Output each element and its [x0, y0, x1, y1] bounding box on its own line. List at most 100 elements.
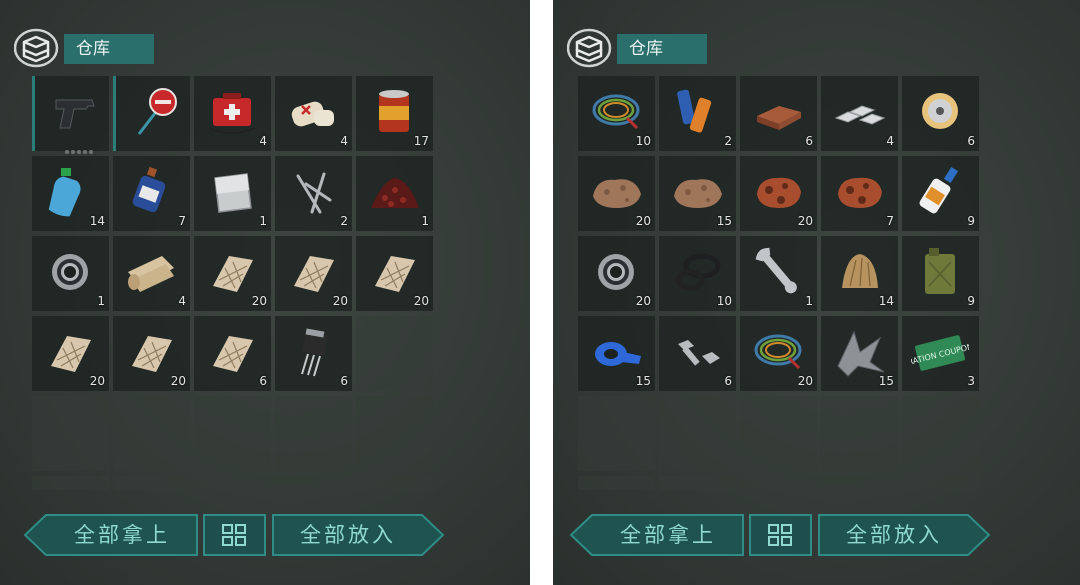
inventory-slot-empty[interactable]	[356, 396, 433, 471]
inventory-slot[interactable]: 20	[32, 316, 109, 391]
inventory-slot[interactable]: 2	[659, 76, 736, 151]
inventory-slot[interactable]: 6	[902, 76, 979, 151]
water-bottle-icon	[48, 168, 81, 217]
inventory-slot[interactable]: 6	[194, 316, 271, 391]
inventory-slot[interactable]: 15	[659, 156, 736, 231]
inventory-slot[interactable]: 20	[578, 156, 655, 231]
inventory-slot[interactable]: 4	[275, 76, 352, 151]
sort-button[interactable]	[203, 514, 266, 556]
inventory-slot-empty	[659, 476, 736, 490]
inventory-slot[interactable]: 6	[659, 316, 736, 391]
item-count: 4	[340, 134, 348, 148]
inventory-slot[interactable]	[113, 76, 190, 151]
metal-sheet-icon	[214, 173, 252, 213]
copper-ore-icon	[757, 177, 801, 208]
inventory-slot[interactable]: 6	[275, 316, 352, 391]
inventory-slot[interactable]: RATION COUPON 3	[902, 316, 979, 391]
inventory-slot-empty	[275, 476, 352, 490]
put-all-button[interactable]: 全部放入	[818, 514, 990, 556]
inventory-slot[interactable]	[32, 76, 109, 154]
inventory-slot[interactable]: 17	[356, 76, 433, 151]
inventory-slot-empty[interactable]	[821, 396, 898, 471]
take-all-label: 全部拿上	[74, 523, 170, 547]
item-count: 2	[340, 214, 348, 228]
inventory-slot[interactable]: 20	[740, 316, 817, 391]
take-all-label: 全部拿上	[620, 523, 716, 547]
inventory-slot-empty	[32, 476, 109, 490]
hay-bundle-icon	[842, 254, 878, 288]
bearing-icon	[52, 254, 88, 290]
inventory-slot[interactable]: 20	[194, 236, 271, 311]
inventory-slot[interactable]: 20	[113, 316, 190, 391]
fiber-icon	[375, 256, 415, 292]
inventory-slot[interactable]: 10	[659, 236, 736, 311]
item-count: 15	[635, 374, 651, 388]
inventory-slot-empty[interactable]	[740, 396, 817, 471]
inventory-slot[interactable]: 9	[902, 156, 979, 231]
inventory-slot[interactable]: 6	[740, 76, 817, 151]
inventory-slot[interactable]: 1	[194, 156, 271, 231]
inventory-slot[interactable]: 2	[275, 156, 352, 231]
item-count: 20	[170, 374, 186, 388]
inventory-slot[interactable]: 15	[578, 316, 655, 391]
inventory-slot[interactable]: 4	[194, 76, 271, 151]
storage-panel-right: 仓库 10 2 6 4 6 20 15 20 7 9 20 10 1 14 9 15 6 20 15 RATION C…	[553, 0, 1080, 585]
inventory-slot[interactable]: 4	[113, 236, 190, 311]
inventory-slot[interactable]: 10	[578, 76, 655, 151]
item-count: 20	[797, 214, 813, 228]
inventory-slot-empty[interactable]	[275, 396, 352, 471]
item-count: 6	[259, 374, 267, 388]
inventory-slot-empty[interactable]	[659, 396, 736, 471]
inventory-slot[interactable]: 1	[356, 156, 433, 231]
medicine-bottle-icon	[132, 166, 166, 213]
inventory-slot-empty	[740, 476, 817, 490]
item-count: 20	[413, 294, 429, 308]
inventory-slot[interactable]: 14	[32, 156, 109, 231]
inventory-slot-empty	[902, 476, 979, 490]
inventory-slot[interactable]: 9	[902, 236, 979, 311]
inventory-slot-empty[interactable]	[902, 396, 979, 471]
item-count: 14	[89, 214, 105, 228]
item-count: 7	[886, 214, 894, 228]
sort-button[interactable]	[749, 514, 812, 556]
inventory-slot-empty[interactable]	[194, 396, 271, 471]
item-count: 17	[413, 134, 429, 148]
duct-tape-icon	[595, 342, 641, 366]
bolt-nut-icon	[678, 340, 720, 366]
inventory-slot[interactable]: 20	[578, 236, 655, 311]
item-count: 20	[635, 294, 651, 308]
berries-pile-icon	[371, 178, 419, 208]
inventory-slot[interactable]: 4	[821, 76, 898, 151]
storage-box-icon	[567, 28, 612, 68]
item-count: 4	[886, 134, 894, 148]
inventory-slot[interactable]: 7	[821, 156, 898, 231]
item-count: 2	[724, 134, 732, 148]
inventory-slot[interactable]: 20	[740, 156, 817, 231]
inventory-slot-empty[interactable]	[356, 316, 433, 391]
fiber-icon	[51, 336, 91, 372]
glue-tube-icon	[919, 166, 959, 214]
wire-coil-icon	[592, 94, 640, 130]
inventory-slot[interactable]: 15	[821, 316, 898, 391]
inventory-slot-empty[interactable]	[578, 396, 655, 471]
fiber-icon	[213, 256, 253, 292]
take-all-button[interactable]: 全部拿上	[24, 514, 198, 556]
rubber-rings-icon	[675, 253, 721, 291]
inventory-slot[interactable]: 14	[821, 236, 898, 311]
jerrycan-icon	[925, 248, 955, 294]
take-all-button[interactable]: 全部拿上	[570, 514, 744, 556]
put-all-button[interactable]: 全部放入	[272, 514, 444, 556]
inventory-slot[interactable]: 7	[113, 156, 190, 231]
fiber-icon	[132, 336, 172, 372]
copper-ore-icon	[838, 177, 882, 208]
item-count: 7	[178, 214, 186, 228]
inventory-slot-empty[interactable]	[113, 396, 190, 471]
inventory-slot-empty[interactable]	[32, 396, 109, 471]
inventory-slot[interactable]: 20	[275, 236, 352, 311]
inventory-slot[interactable]: 1	[32, 236, 109, 311]
item-count: 4	[259, 134, 267, 148]
inventory-slot[interactable]: 1	[740, 236, 817, 311]
inventory-slot-empty	[113, 476, 190, 490]
inventory-slot[interactable]: 20	[356, 236, 433, 311]
item-count: 6	[967, 134, 975, 148]
